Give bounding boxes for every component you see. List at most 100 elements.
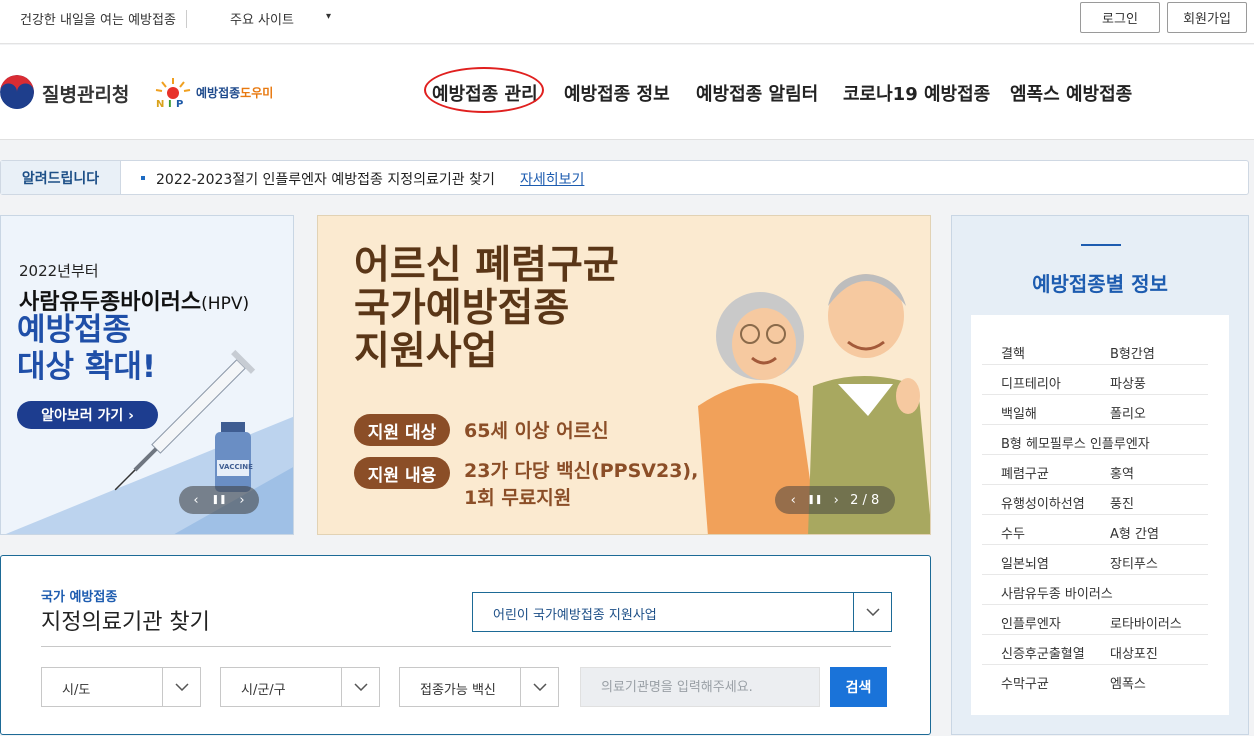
caret-down-icon[interactable]: ▾	[326, 11, 331, 22]
notice-more-link[interactable]: 자세히보기	[520, 169, 584, 189]
vaccine-select-value: 접종가능 백신	[420, 683, 496, 698]
hpv-slider-controls: ‹ ❚❚ ›	[179, 486, 259, 514]
search-title: 지정의료기관 찾기	[41, 610, 210, 635]
vaccine-select[interactable]: 접종가능 백신	[399, 667, 559, 707]
list-item: 일본뇌염 장티푸스	[982, 545, 1208, 575]
slide-counter: 2 / 8	[850, 492, 880, 508]
sigungu-select-value: 시/군/구	[241, 683, 286, 698]
chevron-down-icon[interactable]	[162, 668, 200, 706]
vaccine-link[interactable]: 신증후군출혈열	[1001, 643, 1085, 662]
target-pill: 지원 대상	[354, 414, 450, 446]
sido-select-value: 시/도	[62, 683, 91, 698]
vaccine-link[interactable]: B형간염	[1110, 343, 1155, 362]
svg-text:I: I	[168, 99, 172, 108]
institution-search-box: 국가 예방접종 지정의료기관 찾기 어린이 국가예방접종 지원사업 시/도 시/…	[0, 555, 931, 735]
vaccine-link[interactable]: 일본뇌염	[1001, 553, 1049, 572]
vaccine-link[interactable]: 장티푸스	[1110, 553, 1158, 572]
nav-vaccination-info[interactable]: 예방접종 정보	[564, 80, 670, 106]
svg-text:N: N	[156, 99, 164, 108]
next-icon[interactable]: ›	[239, 493, 244, 508]
list-item: 수막구균 엠폭스	[982, 665, 1208, 695]
hpv-big-text: 예방접종 대상 확대!	[17, 312, 157, 385]
vial-label: VACCINE	[219, 463, 253, 471]
list-item: B형 헤모필루스 인플루엔자	[982, 425, 1208, 455]
highlight-circle	[424, 67, 544, 113]
prev-icon[interactable]: ‹	[791, 493, 796, 508]
login-button[interactable]: 로그인	[1080, 2, 1160, 33]
list-item: 백일해 폴리오	[982, 395, 1208, 425]
notice-text[interactable]: 2022-2023절기 인플루엔자 예방접종 지정의료기관 찾기	[156, 169, 495, 189]
target-value: 65세 이상 어르신	[464, 420, 609, 442]
sigungu-select[interactable]: 시/군/구	[220, 667, 380, 707]
vaccine-list: 결핵 B형간염 디프테리아 파상풍 백일해 폴리오 B형 헤모필루스 인플루엔자 폐렴…	[971, 315, 1229, 715]
org-name[interactable]: 질병관리청	[42, 80, 129, 107]
svg-text:P: P	[176, 99, 183, 108]
notice-label: 알려드립니다	[1, 161, 121, 194]
vaccine-link[interactable]: 인플루엔자	[1001, 613, 1061, 632]
vaccine-link[interactable]: 대상포진	[1110, 643, 1158, 662]
vaccine-link[interactable]: 폐렴구균	[1001, 463, 1049, 482]
search-button[interactable]: 검색	[830, 667, 887, 707]
pause-icon[interactable]: ❚❚	[211, 495, 226, 505]
list-item: 인플루엔자 로타바이러스	[982, 605, 1208, 635]
vaccine-link[interactable]: 사람유두종 바이러스	[1001, 583, 1113, 602]
vaccine-link[interactable]: 엠폭스	[1110, 673, 1146, 692]
utility-bar: 건강한 내일을 여는 예방접종 주요 사이트 ▾ 로그인 회원가입	[0, 0, 1254, 44]
notice-bar: 알려드립니다 2022-2023절기 인플루엔자 예방접종 지정의료기관 찾기 …	[0, 160, 1249, 195]
vaccine-link[interactable]: 백일해	[1001, 403, 1037, 422]
main-sites-dropdown[interactable]: 주요 사이트	[230, 9, 294, 28]
vaccine-link[interactable]: 파상풍	[1110, 373, 1146, 392]
senior-pneumococcal-banner[interactable]: 어르신 폐렴구균 국가예방접종 지원사업 지원 대상 65세 이상 어르신 지원…	[317, 215, 931, 535]
vaccine-link[interactable]: 풍진	[1110, 493, 1134, 512]
vaccine-link[interactable]: 폴리오	[1110, 403, 1146, 422]
title-accent-bar	[1081, 244, 1121, 246]
vaccine-info-panel: 예방접종별 정보 결핵 B형간염 디프테리아 파상풍 백일해 폴리오 B형 헤모필루스…	[951, 215, 1249, 735]
vaccine-link[interactable]: 로타바이러스	[1110, 613, 1182, 632]
list-item: 디프테리아 파상풍	[982, 365, 1208, 395]
senior-slider-controls: ‹ ❚❚ › 2 / 8	[775, 486, 895, 514]
vaccine-link[interactable]: 홍역	[1110, 463, 1134, 482]
search-kicker: 국가 예방접종	[41, 590, 118, 605]
list-item: 폐렴구균 홍역	[982, 455, 1208, 485]
institution-name-input[interactable]	[580, 667, 820, 707]
vaccine-link[interactable]: 수막구균	[1001, 673, 1049, 692]
senior-banner-title: 어르신 폐렴구균 국가예방접종 지원사업	[354, 243, 619, 374]
vaccine-link[interactable]: 결핵	[1001, 343, 1025, 362]
slogan: 건강한 내일을 여는 예방접종	[20, 13, 176, 28]
list-item: 수두 A형 간염	[982, 515, 1208, 545]
nav-vaccination-notice[interactable]: 예방접종 알림터	[696, 80, 818, 106]
nav-mpox[interactable]: 엠폭스 예방접종	[1010, 80, 1132, 106]
vaccine-link[interactable]: B형 헤모필루스 인플루엔자	[1001, 433, 1150, 452]
signup-button[interactable]: 회원가입	[1167, 2, 1247, 33]
list-item: 유행성이하선염 풍진	[982, 485, 1208, 515]
chevron-down-icon[interactable]	[520, 668, 558, 706]
content-value: 23가 다당 백신(PPSV23), 1회 무료지원	[464, 460, 699, 509]
prev-icon[interactable]: ‹	[193, 493, 198, 508]
chevron-down-icon[interactable]	[853, 593, 891, 631]
pause-icon[interactable]: ❚❚	[807, 495, 822, 505]
hpv-learn-more-button[interactable]: 알아보러 가기 ›	[17, 401, 158, 429]
program-select[interactable]: 어린이 국가예방접종 지원사업	[472, 592, 892, 632]
vaccine-link[interactable]: 디프테리아	[1001, 373, 1061, 392]
hpv-small-text: 2022년부터	[19, 262, 99, 280]
nip-name[interactable]: 예방접종도우미	[196, 84, 273, 101]
list-item: 신증후군출혈열 대상포진	[982, 635, 1208, 665]
bullet-icon	[141, 176, 145, 180]
divider	[41, 646, 891, 647]
divider	[186, 10, 187, 28]
hpv-banner[interactable]: VACCINE 2022년부터 사람유두종바이러스(HPV) 예방접종 대상 확대…	[0, 215, 294, 535]
vaccine-link[interactable]: 유행성이하선염	[1001, 493, 1085, 512]
list-item: 사람유두종 바이러스	[982, 575, 1208, 605]
next-icon[interactable]: ›	[834, 493, 839, 508]
sido-select[interactable]: 시/도	[41, 667, 201, 707]
chevron-down-icon[interactable]	[341, 668, 379, 706]
list-item: 결핵 B형간염	[982, 335, 1208, 365]
nip-logo-icon[interactable]: N I P	[152, 74, 194, 110]
program-select-value: 어린이 국가예방접종 지원사업	[493, 608, 657, 623]
kdca-logo-icon[interactable]	[0, 75, 34, 109]
vaccine-link[interactable]: 수두	[1001, 523, 1025, 542]
vaccine-link[interactable]: A형 간염	[1110, 523, 1159, 542]
nav-covid19[interactable]: 코로나19 예방접종	[843, 80, 990, 106]
content-pill: 지원 내용	[354, 457, 450, 489]
vaccine-panel-title: 예방접종별 정보	[1032, 272, 1168, 296]
